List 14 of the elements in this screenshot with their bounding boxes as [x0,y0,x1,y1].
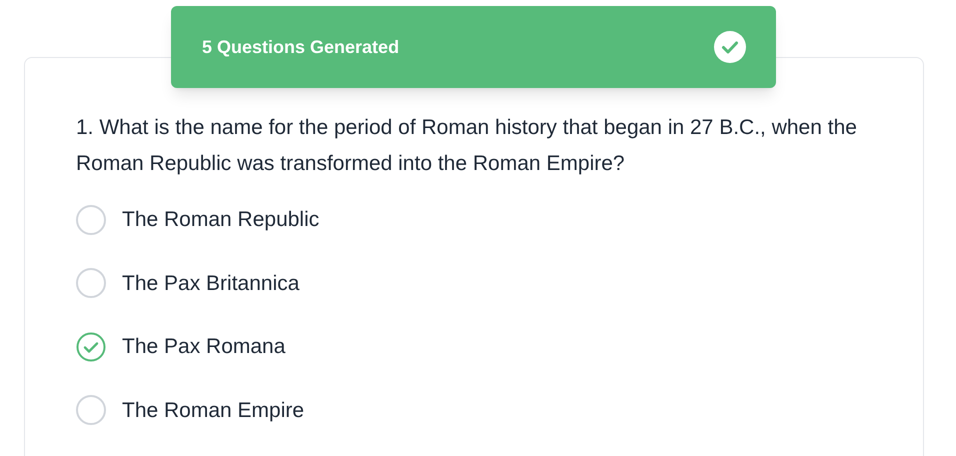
option-label: The Pax Romana [122,334,286,360]
option-label: The Roman Empire [122,398,304,424]
radio-button[interactable] [76,204,106,235]
answer-option[interactable]: The Roman Republic [76,204,883,236]
answer-option[interactable]: The Roman Empire [76,394,883,426]
check-circle-icon [714,31,746,63]
radio-button[interactable] [76,268,106,298]
radio-button[interactable] [76,395,106,426]
option-label: The Pax Britannica [122,270,300,296]
question-text: 1. What is the name for the period of Roman history that began in 27 B.C., when the Roman Republic was transformed into the Roman Empire? [76,115,858,177]
answer-option[interactable]: The Pax Britannica [76,268,883,299]
toast-message: 5 Questions Generated [202,36,400,58]
option-label: The Roman Republic [122,207,320,233]
answer-option[interactable]: The Pax Romana [76,331,883,362]
